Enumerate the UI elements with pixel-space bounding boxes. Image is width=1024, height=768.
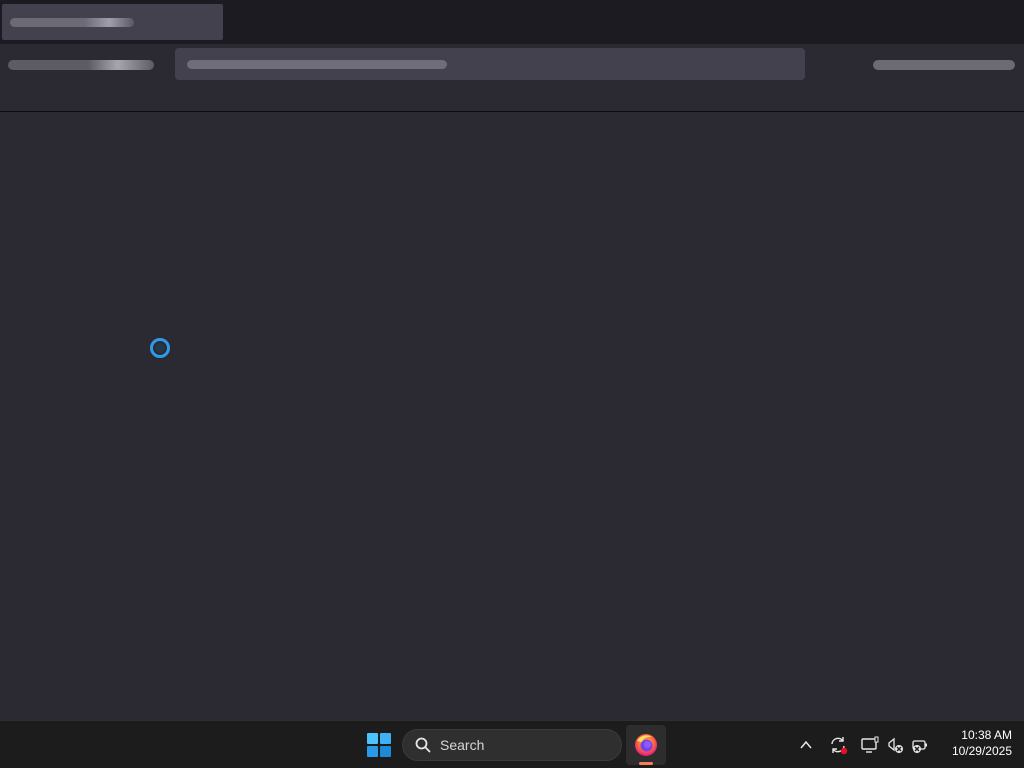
loading-spinner-icon [150,338,170,358]
taskbar-firefox-button[interactable] [626,725,666,765]
page-content [0,113,1024,720]
chevron-up-icon [800,740,812,749]
network-tray-button[interactable] [884,733,908,757]
windows-logo-icon [367,733,391,757]
display-tray-button[interactable] [858,733,882,757]
clock-date: 10/29/2025 [951,744,1012,758]
display-icon [861,736,879,753]
address-bar[interactable] [175,48,805,80]
firefox-icon [635,734,657,756]
toolbar-buttons-placeholder [8,60,154,70]
browser-tab-strip [0,0,1024,44]
browser-toolbar [0,44,1024,112]
taskbar-clock[interactable]: 10:38 AM 10/29/2025 [936,727,1012,763]
volume-tray-button[interactable] [906,733,930,757]
show-hidden-icons-button[interactable] [794,733,818,757]
tab-title-placeholder [10,18,134,27]
network-disconnected-icon [888,737,903,753]
toolbar-extensions-placeholder [873,60,1015,70]
address-bar-placeholder [187,60,447,69]
search-label: Search [440,737,485,753]
start-button[interactable] [364,725,394,765]
active-app-indicator [639,762,653,765]
taskbar: Search 10:38 AM 10/29/2025 [0,720,1024,768]
taskbar-search[interactable]: Search [402,729,622,761]
clock-time: 10:38 AM [961,728,1012,742]
volume-muted-icon [912,740,927,753]
sync-tray-button[interactable] [826,733,850,757]
sync-icon [831,737,848,755]
search-icon [415,737,431,753]
browser-tab-loading[interactable] [2,4,223,40]
